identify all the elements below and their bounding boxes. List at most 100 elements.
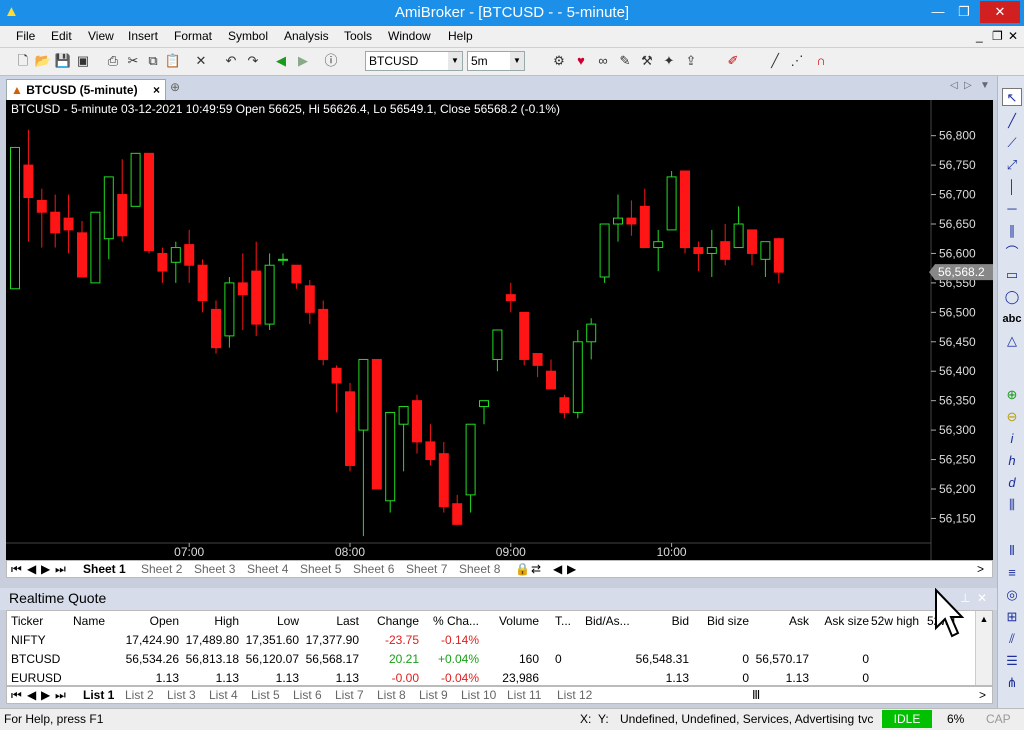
vertical-line-icon[interactable]: │: [1002, 178, 1022, 196]
paste-icon[interactable]: 📋: [164, 52, 182, 70]
zoom-in-icon[interactable]: ⊕: [1002, 386, 1022, 404]
regression-icon[interactable]: ☰: [1002, 652, 1022, 670]
rq-col-header[interactable]: Low: [277, 614, 299, 628]
list-tab-7[interactable]: List 7: [335, 687, 364, 704]
sheet-tab-2[interactable]: Sheet 2: [141, 561, 182, 578]
rq-col-header[interactable]: Ask: [789, 614, 809, 628]
rq-col-header[interactable]: T...: [555, 614, 571, 628]
dotted-line-icon[interactable]: ⋰: [788, 52, 806, 70]
sheet-tab-8[interactable]: Sheet 8: [459, 561, 500, 578]
pitchfork-icon[interactable]: ⋔: [1002, 674, 1022, 692]
lock-icon[interactable]: 🔒: [515, 561, 530, 578]
arc-icon[interactable]: ⌒: [1002, 244, 1022, 262]
list-scroll-right-icon[interactable]: >: [979, 687, 986, 704]
fibonacci-icon[interactable]: ⦀: [1002, 542, 1022, 560]
arcs-icon[interactable]: ◎: [1002, 586, 1022, 604]
cycles-icon[interactable]: ⫼: [1002, 496, 1022, 514]
ray-icon[interactable]: ⟋: [1002, 134, 1022, 152]
undo-icon[interactable]: ↶: [222, 52, 240, 70]
edit-formula-icon[interactable]: ✎: [616, 52, 634, 70]
minimize-button[interactable]: —: [924, 1, 952, 23]
menu-analysis[interactable]: Analysis: [284, 29, 329, 43]
parallel-lines-icon[interactable]: ∥: [1002, 222, 1022, 240]
rq-col-header[interactable]: Last: [336, 614, 359, 628]
sheet-tab-1[interactable]: Sheet 1: [83, 561, 126, 578]
scroll-left-icon[interactable]: ◁: [950, 80, 958, 91]
candlestick-chart-svg[interactable]: 56,80056,75056,70056,65056,60056,55056,5…: [6, 100, 993, 560]
ellipse-icon[interactable]: ◯: [1002, 288, 1022, 306]
chevron-down-icon[interactable]: ▼: [448, 52, 462, 70]
save-icon[interactable]: 💾: [54, 52, 72, 70]
close-button[interactable]: ✕: [980, 1, 1020, 23]
mdi-close-icon[interactable]: ✕: [1008, 29, 1018, 43]
menu-view[interactable]: View: [88, 29, 114, 43]
rq-col-header[interactable]: Bid: [672, 614, 689, 628]
wand-icon[interactable]: ✦: [660, 52, 678, 70]
zoom-out-icon[interactable]: ⊖: [1002, 408, 1022, 426]
extended-line-icon[interactable]: ⤢: [1002, 156, 1022, 174]
rq-col-header[interactable]: Change: [377, 614, 419, 628]
redo-icon[interactable]: ↷: [244, 52, 262, 70]
info-icon[interactable]: ⓘ: [322, 52, 340, 70]
sheet-prev-icon[interactable]: ◀: [27, 561, 36, 578]
sheet-next-icon[interactable]: ▶: [41, 561, 50, 578]
scroll-right-icon[interactable]: ▷: [964, 80, 972, 91]
grid-icon[interactable]: ⊞: [1002, 608, 1022, 626]
line-tool-icon[interactable]: ╱: [766, 52, 784, 70]
price-chart[interactable]: 56,800 56,750 56,700 56,650 56,600 56,550 56,5…: [6, 100, 993, 560]
chevron-down-icon[interactable]: ▼: [510, 52, 524, 70]
list-tab-9[interactable]: List 9: [419, 687, 448, 704]
forward-arrow-icon[interactable]: ▶: [294, 52, 312, 70]
list-next-icon[interactable]: ▶: [41, 687, 50, 704]
menu-symbol[interactable]: Symbol: [228, 29, 268, 43]
hammer-icon[interactable]: ⚒: [638, 52, 656, 70]
menu-file[interactable]: File: [16, 29, 35, 43]
list-tab-4[interactable]: List 4: [209, 687, 238, 704]
sheet-tab-6[interactable]: Sheet 6: [353, 561, 394, 578]
pointer-icon[interactable]: ↖: [1002, 88, 1022, 106]
italic-d-icon[interactable]: d: [1002, 474, 1022, 492]
rectangle-icon[interactable]: ▭: [1002, 266, 1022, 284]
rq-col-header[interactable]: Ticker: [11, 614, 43, 628]
list-tab-6[interactable]: List 6: [293, 687, 322, 704]
rq-scrollbar[interactable]: ▲: [975, 611, 992, 685]
menu-window[interactable]: Window: [388, 29, 431, 43]
list-tab-5[interactable]: List 5: [251, 687, 280, 704]
list-scrollbar-thumb[interactable]: Ⅲ: [752, 687, 760, 704]
chart-tab-close-icon[interactable]: ×: [153, 80, 160, 100]
sheet-tab-7[interactable]: Sheet 7: [406, 561, 447, 578]
delete-icon[interactable]: ✕: [192, 52, 210, 70]
new-tab-icon[interactable]: ⊕: [170, 80, 180, 94]
list-tab-11[interactable]: List 11: [507, 687, 541, 704]
sync-icon[interactable]: ⇄: [531, 561, 541, 578]
list-tab-2[interactable]: List 2: [125, 687, 154, 704]
list-prev-icon[interactable]: ◀: [27, 687, 36, 704]
list-tab-1[interactable]: List 1: [83, 687, 114, 704]
list-tab-8[interactable]: List 8: [377, 687, 406, 704]
sheet-tab-5[interactable]: Sheet 5: [300, 561, 341, 578]
list-first-icon[interactable]: ⏮: [11, 687, 22, 704]
back-arrow-icon[interactable]: ◀: [272, 52, 290, 70]
list-tab-12[interactable]: List 12: [557, 687, 592, 704]
menu-help[interactable]: Help: [448, 29, 473, 43]
list-tab-10[interactable]: List 10: [461, 687, 496, 704]
sheet-tab-4[interactable]: Sheet 4: [247, 561, 288, 578]
sheet-scroll-right-icon[interactable]: ▶: [567, 561, 576, 578]
menu-insert[interactable]: Insert: [128, 29, 158, 43]
rq-col-header[interactable]: % Cha...: [433, 614, 479, 628]
chart-tab[interactable]: ▲ BTCUSD (5-minute) ×: [6, 79, 166, 100]
rq-col-header[interactable]: High: [214, 614, 239, 628]
mdi-minimize-icon[interactable]: _: [976, 29, 983, 43]
sheet-tab-3[interactable]: Sheet 3: [194, 561, 235, 578]
new-file-icon[interactable]: 🗋: [14, 52, 32, 70]
pen-color-icon[interactable]: ✐: [724, 52, 742, 70]
heart-icon[interactable]: ♥: [572, 52, 590, 70]
rq-col-header[interactable]: Name: [73, 614, 105, 628]
copy-icon[interactable]: ⧉: [144, 52, 162, 70]
export-icon[interactable]: ⇪: [682, 52, 700, 70]
magnet-icon[interactable]: ∩: [812, 52, 830, 70]
sheet-last-icon[interactable]: ⏭: [55, 561, 66, 578]
restore-button[interactable]: ❐: [950, 1, 978, 23]
italic-h-icon[interactable]: h: [1002, 452, 1022, 470]
text-tool-icon[interactable]: abc: [1002, 310, 1022, 328]
